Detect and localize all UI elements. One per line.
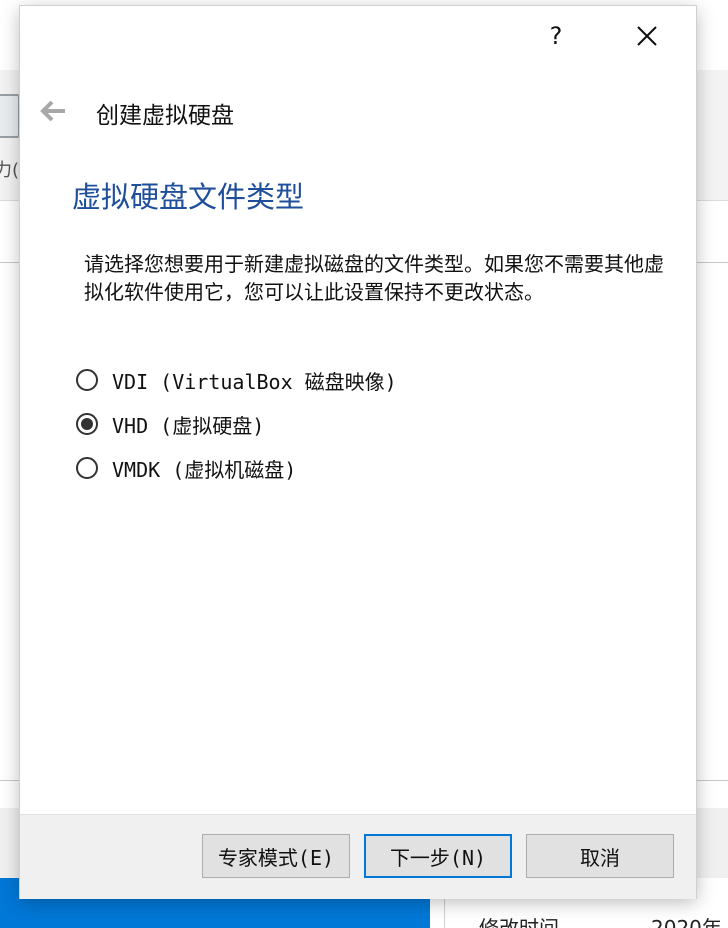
back-button[interactable]: [36, 94, 70, 128]
radio-dot: [81, 418, 93, 430]
radio-label: VMDK (虚拟机磁盘): [112, 457, 297, 482]
background-left-fragment: 力(: [0, 90, 22, 200]
page-heading: 虚拟硬盘文件类型: [72, 180, 305, 214]
radio-option-vhd[interactable]: VHD (虚拟硬盘): [76, 402, 656, 446]
radio-label: VDI (VirtualBox 磁盘映像): [112, 369, 397, 394]
radio-button[interactable]: [76, 457, 98, 479]
radio-button[interactable]: [76, 369, 98, 391]
radio-option-vdi[interactable]: VDI (VirtualBox 磁盘映像): [76, 358, 656, 402]
arrow-left-icon: [40, 100, 65, 122]
close-button[interactable]: [624, 14, 670, 58]
dialog-titlebar: ?: [20, 6, 696, 64]
dialog-button-bar: 专家模式(E) 下一步(N) 取消: [20, 814, 696, 899]
background-detail-value: 2020年: [651, 916, 722, 928]
help-button[interactable]: ?: [534, 14, 578, 58]
next-button[interactable]: 下一步(N): [364, 834, 512, 878]
close-x-icon: [637, 26, 657, 46]
background-detail-label: 修改时间: [479, 916, 559, 928]
background-fragment-text: 力(: [0, 160, 20, 181]
wizard-title: 创建虚拟硬盘: [96, 103, 234, 129]
wizard-header: 创建虚拟硬盘: [20, 88, 696, 136]
cancel-button[interactable]: 取消: [526, 834, 674, 878]
expert-mode-button[interactable]: 专家模式(E): [202, 834, 350, 878]
file-type-radio-group: VDI (VirtualBox 磁盘映像) VHD (虚拟硬盘) VMDK (虚…: [76, 358, 656, 490]
background-tool-icon: [0, 94, 20, 138]
question-mark-icon: ?: [549, 22, 563, 50]
radio-button[interactable]: [76, 413, 98, 435]
radio-label: VHD (虚拟硬盘): [112, 413, 265, 438]
radio-option-vmdk[interactable]: VMDK (虚拟机磁盘): [76, 446, 656, 490]
create-virtual-disk-dialog: ? 创建虚拟硬盘 虚拟硬盘文件类型 请选择您想要用于新建虚拟磁盘的文件类型。如果…: [20, 6, 696, 899]
description-text: 请选择您想要用于新建虚拟磁盘的文件类型。如果您不需要其他虚拟化软件使用它，您可以…: [84, 252, 664, 304]
